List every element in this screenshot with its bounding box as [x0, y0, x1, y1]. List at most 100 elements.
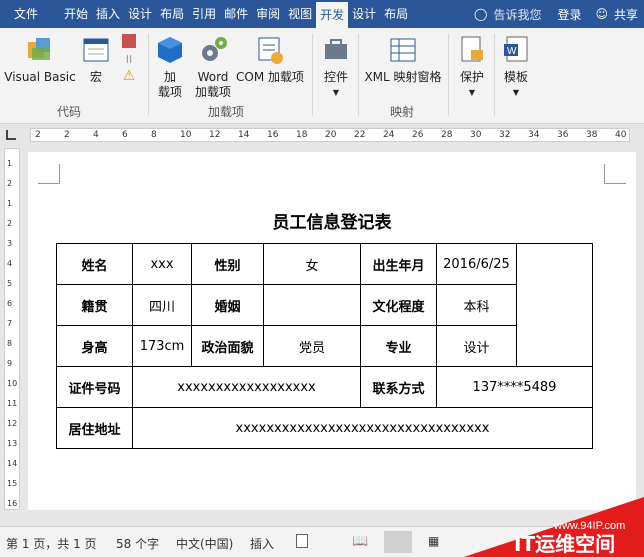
table-cell[interactable]: 身高	[56, 325, 133, 367]
ruler-tick-label: 40	[615, 130, 627, 140]
ruler-tick-label: 11	[7, 399, 18, 408]
read-mode-icon[interactable]: 📖	[352, 534, 368, 549]
lightbulb-icon: ◯	[474, 7, 488, 21]
addin-label-2: 载项	[157, 85, 182, 99]
photo-cell[interactable]	[516, 243, 593, 367]
pause-icon[interactable]: II	[118, 52, 140, 67]
ruler-tick-label: 34	[528, 130, 540, 140]
com-addin-button[interactable]: COM 加载项	[234, 34, 306, 85]
ruler-tick-label: 14	[238, 130, 250, 140]
ruler-tick-label: 8	[7, 339, 13, 348]
separator	[358, 34, 359, 116]
table-cell[interactable]: xxxxxxxxxxxxxxxxxx	[132, 366, 361, 408]
macro-button[interactable]: 宏	[80, 34, 112, 85]
visual-basic-button[interactable]: Visual Basic	[4, 34, 76, 85]
ruler-tick-label: 4	[93, 130, 99, 140]
corner-mark	[38, 164, 60, 184]
xml-mapping-pane-button[interactable]: XML 映射窗格	[362, 34, 444, 85]
table-cell[interactable]	[263, 284, 361, 326]
addin-button[interactable]: 加 载项	[154, 34, 186, 100]
login-link[interactable]: 登录	[557, 6, 581, 23]
table-cell[interactable]: 居住地址	[56, 407, 133, 449]
word-template-icon: W	[504, 36, 528, 62]
chevron-down-icon: ▼	[468, 88, 476, 97]
tab-1[interactable]: 开始	[60, 0, 92, 28]
word-addin-button[interactable]: Word 加载项	[192, 34, 234, 100]
vertical-ruler[interactable]: 1 2 1 2 3 4 5 6 7 8 9 10 11 12 13 14 15 16	[4, 148, 20, 510]
table-row: 姓名 xxx 性别 女 出生年月 2016/6/25	[56, 243, 593, 367]
separator	[494, 34, 495, 116]
table-cell[interactable]: xxxxxxxxxxxxxxxxxxxxxxxxxxxxxxxxx	[132, 407, 593, 449]
ruler-tick-label: 32	[499, 130, 511, 140]
language[interactable]: 中文(中国)	[176, 535, 233, 552]
table-cell[interactable]: 四川	[132, 284, 192, 326]
ruler-tick-label: 10	[7, 379, 18, 388]
tab-3[interactable]: 设计	[124, 0, 156, 28]
document-page[interactable]: 员工信息登记表 姓名 xxx 性别 女 出生年月 2016/6/25 籍贯 四川…	[28, 152, 636, 510]
ruler-tick-label: 10	[180, 130, 192, 140]
ruler-tick-label: 26	[412, 130, 424, 140]
table-cell[interactable]: 联系方式	[360, 366, 437, 408]
tab-10[interactable]: 设计	[348, 0, 380, 28]
template-button[interactable]: W 模板 ▼	[498, 34, 534, 100]
tell-me-box[interactable]: 告诉我您	[493, 6, 541, 23]
table-cell[interactable]: 党员	[263, 325, 361, 367]
addin-label-1: 加	[163, 70, 176, 84]
ruler-corner[interactable]	[6, 130, 16, 140]
ruler-bar[interactable]: 2 2 4 6 8 10 12 14 16 18 20 22 24 26 28 30 32 34 36 38 40	[30, 128, 630, 142]
controls-button[interactable]: 控件 ▼	[318, 34, 354, 100]
employee-info-table[interactable]: 姓名 xxx 性别 女 出生年月 2016/6/25 籍贯 四川 婚姻 文化程度…	[56, 243, 593, 449]
macro-tools-stack: II ⚠	[118, 34, 140, 84]
word-addin-label-1: Word	[197, 70, 229, 84]
horizontal-ruler[interactable]: 2 2 4 6 8 10 12 14 16 18 20 22 24 26 28 30 32 34 36 38 40	[0, 124, 644, 146]
table-cell[interactable]: 173cm	[132, 325, 192, 367]
table-cell[interactable]: 性别	[191, 243, 264, 285]
table-cell[interactable]: 文化程度	[360, 284, 437, 326]
table-cell[interactable]: 专业	[360, 325, 437, 367]
gear-icon	[202, 37, 227, 61]
table-cell[interactable]: 本科	[436, 284, 517, 326]
ruler-tick-label: 6	[7, 299, 13, 308]
ruler-tick-label: 14	[7, 459, 18, 468]
ribbon: Visual Basic 宏 II ⚠ 代码 加 载项 Word 加载项 COM…	[0, 28, 644, 124]
ruler-tick-label: 6	[122, 130, 128, 140]
insert-mode[interactable]: 插入	[250, 535, 274, 552]
tab-0[interactable]: 文件	[10, 0, 42, 28]
table-cell[interactable]: 政治面貌	[191, 325, 264, 367]
table-row: 居住地址 xxxxxxxxxxxxxxxxxxxxxxxxxxxxxxxxx	[56, 407, 593, 449]
table-cell[interactable]: 出生年月	[360, 243, 437, 285]
table-cell[interactable]: 2016/6/25	[436, 243, 517, 285]
ruler-tick-label: 16	[267, 130, 279, 140]
chevron-down-icon: ▼	[512, 88, 520, 97]
word-count[interactable]: 58 个字	[116, 535, 159, 552]
share-button[interactable]: 共享	[614, 6, 638, 23]
tab-2[interactable]: 插入	[92, 0, 124, 28]
record-macro-icon[interactable]	[122, 34, 136, 48]
tab-5[interactable]: 引用	[188, 0, 220, 28]
tab-11[interactable]: 布局	[380, 0, 412, 28]
macro-icon	[83, 38, 109, 62]
table-cell[interactable]: 姓名	[56, 243, 133, 285]
tab-7[interactable]: 审阅	[252, 0, 284, 28]
table-cell[interactable]: 137****5489	[436, 366, 593, 408]
toolbox-icon	[325, 39, 347, 59]
tab-4[interactable]: 布局	[156, 0, 188, 28]
table-row: 身高 173cm 政治面貌 党员 专业 设计	[56, 325, 593, 367]
protect-button[interactable]: 保护 ▼	[454, 34, 490, 100]
table-cell[interactable]: 婚姻	[191, 284, 264, 326]
ruler-tick-label: 22	[354, 130, 366, 140]
table-cell[interactable]: xxx	[132, 243, 192, 285]
xml-pane-label: XML 映射窗格	[364, 70, 442, 84]
tab-6[interactable]: 邮件	[220, 0, 252, 28]
warning-icon[interactable]: ⚠	[118, 69, 140, 84]
table-cell[interactable]: 籍贯	[56, 284, 133, 326]
table-cell[interactable]: 设计	[436, 325, 517, 367]
ruler-tick-label: 12	[7, 419, 18, 428]
ruler-tick-label: 16	[7, 499, 18, 508]
tab-9[interactable]: 开发	[316, 2, 349, 28]
svg-text:W: W	[507, 46, 517, 57]
table-cell[interactable]: 女	[263, 243, 361, 285]
table-cell[interactable]: 证件号码	[56, 366, 133, 408]
tab-8[interactable]: 视图	[284, 0, 316, 28]
page-count[interactable]: 第 1 页，共 1 页	[6, 535, 97, 552]
